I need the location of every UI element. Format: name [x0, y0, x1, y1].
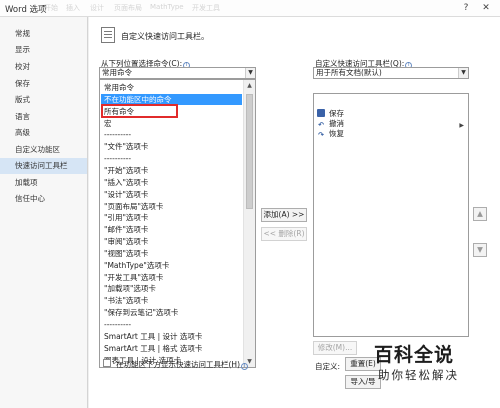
- command-list-item[interactable]: "开发工具"选项卡: [104, 272, 163, 283]
- chevron-down-icon: ▼: [245, 68, 255, 78]
- arrow-down-icon: ▼: [477, 245, 483, 254]
- command-list-item[interactable]: "加载项"选项卡: [104, 283, 156, 294]
- submenu-arrow-icon: ▶: [459, 122, 464, 129]
- customize-qat-value: 用于所有文档(默认): [316, 68, 382, 77]
- sidebar-item-general[interactable]: 常规: [0, 26, 87, 42]
- move-up-button[interactable]: ▲: [473, 207, 487, 221]
- sidebar-item-save[interactable]: 保存: [0, 76, 87, 92]
- choose-commands-dropdown[interactable]: 常用命令 ▼: [99, 67, 256, 79]
- command-list-item[interactable]: "保存到云笔记"选项卡: [104, 307, 178, 318]
- sidebar-item-advanced[interactable]: 高级: [0, 125, 87, 141]
- customize-toolbar-icon: [101, 27, 115, 43]
- page-title: 自定义快速访问工具栏。: [121, 32, 209, 41]
- scroll-up-icon[interactable]: ▲: [244, 80, 255, 91]
- command-list-item[interactable]: "引用"选项卡: [104, 212, 148, 223]
- command-list-item[interactable]: SmartArt 工具 | 设计 选项卡: [104, 331, 202, 342]
- qat-item-undo[interactable]: ↶ 撤消: [317, 119, 344, 129]
- save-icon: [317, 109, 325, 117]
- customize-label: 自定义:: [315, 362, 341, 371]
- sidebar-item-language[interactable]: 语言: [0, 109, 87, 125]
- command-list-item[interactable]: 常用命令: [104, 82, 134, 93]
- command-list-item[interactable]: "视图"选项卡: [104, 248, 148, 259]
- sidebar-item-layout[interactable]: 版式: [0, 92, 87, 108]
- command-list-item[interactable]: SmartArt 工具 | 格式 选项卡: [104, 343, 202, 354]
- command-list-item[interactable]: 宏: [104, 118, 112, 129]
- command-list-item[interactable]: "邮件"选项卡: [104, 224, 148, 235]
- command-list-item[interactable]: "书法"选项卡: [104, 295, 148, 306]
- watermark-sub: 助你轻松解决: [378, 368, 459, 382]
- command-list-item[interactable]: "MathType"选项卡: [104, 260, 169, 271]
- command-list-item[interactable]: "文件"选项卡: [104, 141, 148, 152]
- question-icon[interactable]: ?: [458, 1, 474, 15]
- command-list-item[interactable]: ----------: [104, 129, 131, 140]
- sidebar-item-quick-access-toolbar[interactable]: 快速访问工具栏: [0, 158, 87, 174]
- show-below-ribbon-label: 在功能区下方显示快速访问工具栏(H) i: [116, 359, 248, 370]
- ghost-tab: MathType: [150, 3, 184, 11]
- move-down-button[interactable]: ▼: [473, 243, 487, 257]
- close-icon[interactable]: ✕: [478, 1, 494, 15]
- add-button[interactable]: 添加(A) >>: [261, 208, 307, 222]
- command-list-item[interactable]: "审阅"选项卡: [104, 236, 148, 247]
- window-title: Word 选项: [5, 5, 47, 15]
- qat-item-label: 保存: [329, 109, 344, 118]
- command-list-item[interactable]: "设计"选项卡: [104, 189, 148, 200]
- info-icon: i: [241, 363, 248, 370]
- options-sidebar: 常规 显示 校对 保存 版式 语言 高级 自定义功能区 快速访问工具栏 加载项 …: [0, 17, 88, 408]
- ghost-tab: 开发工具: [192, 4, 220, 12]
- watermark: 百科全说 助你轻松解决: [344, 340, 494, 400]
- command-list-item[interactable]: "开始"选项卡: [104, 165, 148, 176]
- command-list-item[interactable]: "插入"选项卡: [104, 177, 148, 188]
- qat-item-redo[interactable]: ↷ 恢复: [317, 129, 344, 139]
- command-list-item[interactable]: ----------: [104, 319, 131, 330]
- scrollbar[interactable]: ▲ ▼: [243, 80, 255, 367]
- command-list-item[interactable]: ----------: [104, 153, 131, 164]
- sidebar-item-customize-ribbon[interactable]: 自定义功能区: [0, 142, 87, 158]
- show-below-ribbon-checkbox[interactable]: [103, 359, 111, 367]
- scroll-thumb[interactable]: [246, 94, 253, 209]
- ghost-tab: 页面布局: [114, 4, 142, 12]
- qat-item-label: 撤消: [329, 119, 344, 128]
- sidebar-item-trust-center[interactable]: 信任中心: [0, 191, 87, 207]
- highlight-box: [101, 104, 178, 118]
- ghost-tab: 插入: [66, 4, 80, 12]
- qat-item-label: 恢复: [329, 129, 344, 138]
- title-bar: Word 选项 开始 插入 设计 页面布局 MathType 开发工具 ? ✕: [0, 0, 500, 17]
- sidebar-item-display[interactable]: 显示: [0, 42, 87, 58]
- redo-icon: ↷: [318, 131, 324, 139]
- commands-list[interactable]: ▲ ▼ 常用命令 不在功能区中的命令 所有命令宏 ---------- "文件"选项卡 -…: [99, 79, 256, 368]
- sidebar-item-add-ins[interactable]: 加载项: [0, 175, 87, 191]
- command-list-item[interactable]: "页面布局"选项卡: [104, 201, 163, 212]
- watermark-main: 百科全说: [374, 344, 455, 366]
- undo-icon: ↶: [318, 121, 324, 129]
- ghost-tab: 开始: [44, 4, 58, 12]
- qat-item-save[interactable]: 保存: [317, 109, 344, 119]
- remove-button[interactable]: << 删除(R): [261, 227, 307, 241]
- qat-commands-list[interactable]: 保存 ↶ 撤消 ↷ 恢复 ▶: [313, 93, 469, 337]
- chevron-down-icon: ▼: [458, 68, 468, 78]
- choose-commands-value: 常用命令: [102, 68, 132, 77]
- ghost-tab: 设计: [90, 4, 104, 12]
- sidebar-item-proofing[interactable]: 校对: [0, 59, 87, 75]
- customize-qat-dropdown[interactable]: 用于所有文档(默认) ▼: [313, 67, 469, 79]
- arrow-up-icon: ▲: [477, 209, 483, 218]
